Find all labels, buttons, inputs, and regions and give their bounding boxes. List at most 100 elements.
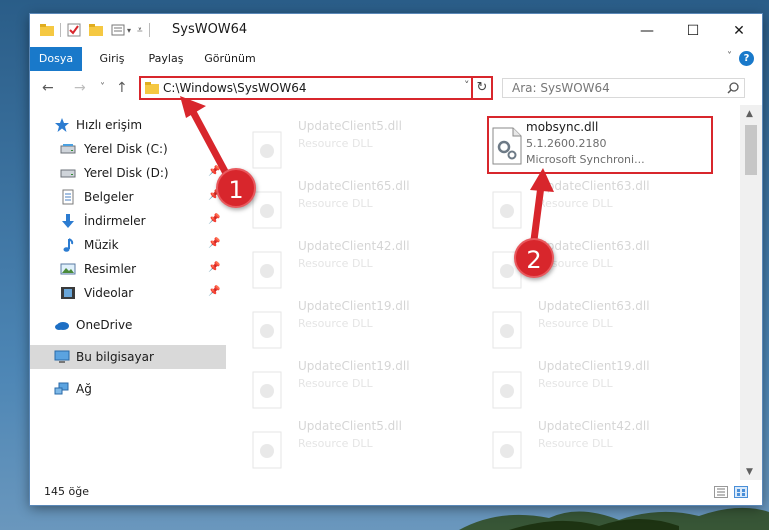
list-item[interactable]: UpdateClient63.dll Resource DLL — [466, 177, 696, 235]
file-type: Resource DLL — [298, 137, 373, 150]
sidebar-item-muzik[interactable]: Müzik 📌 — [30, 233, 226, 257]
dll-file-icon — [252, 431, 282, 469]
sidebar-item-videolar[interactable]: Videolar 📌 — [30, 281, 226, 305]
vertical-scrollbar[interactable]: ▲ ▼ — [740, 105, 762, 480]
file-type: Resource DLL — [298, 437, 373, 450]
folder-icon[interactable] — [40, 24, 54, 36]
sidebar-item-indirmeler[interactable]: İndirmeler 📌 — [30, 209, 226, 233]
title-bar: ▾ ⩡ SysWOW64 — ☐ ✕ — [30, 14, 762, 47]
network-icon — [54, 382, 69, 395]
tab-dosya[interactable]: Dosya — [30, 47, 82, 71]
file-type: Resource DLL — [538, 317, 613, 330]
documents-icon — [62, 189, 74, 205]
list-item[interactable]: UpdateClient19.dll Resource DLL — [226, 357, 456, 415]
navigation-bar: ← → ˅ ↑ C:\Windows\SysWOW64 ˅ ↻ Ara: Sys… — [30, 71, 762, 105]
file-type: Resource DLL — [538, 197, 613, 210]
file-name: UpdateClient5.dll — [298, 119, 402, 133]
tab-paylas[interactable]: Paylaş — [142, 47, 190, 71]
sidebar-item-label: Yerel Disk (D:) — [84, 166, 169, 180]
file-name: UpdateClient19.dll — [298, 299, 410, 313]
pictures-icon — [60, 263, 76, 275]
sidebar-item-label: Müzik — [84, 238, 119, 252]
sidebar-item-belgeler[interactable]: Belgeler 📌 — [30, 185, 226, 209]
sidebar-item-quick-access[interactable]: Hızlı erişim — [30, 113, 226, 137]
address-dropdown-icon[interactable]: ˅ — [464, 79, 470, 92]
search-icon[interactable] — [727, 82, 739, 94]
list-item[interactable]: UpdateClient65.dll Resource DLL — [226, 177, 456, 235]
close-button[interactable]: ✕ — [716, 14, 762, 47]
back-button[interactable]: ← — [42, 80, 54, 96]
drive-icon — [60, 144, 76, 154]
search-placeholder: Ara: SysWOW64 — [512, 81, 610, 95]
list-item[interactable]: UpdateClient5.dll Resource DLL — [226, 417, 456, 475]
help-button[interactable]: ? — [739, 51, 754, 66]
file-name: UpdateClient42.dll — [298, 239, 410, 253]
dll-file-icon — [252, 191, 282, 229]
properties-icon[interactable] — [67, 23, 81, 37]
sidebar-item-disk-d[interactable]: Yerel Disk (D:) 📌 — [30, 161, 226, 185]
item-count: 145 öğe — [44, 485, 89, 498]
list-item[interactable]: UpdateClient5.dll Resource DLL — [226, 117, 456, 175]
ribbon-expand-icon[interactable]: ˅ — [727, 51, 732, 62]
sidebar-item-network[interactable]: Ağ — [30, 377, 226, 401]
sidebar-item-label: Bu bilgisayar — [76, 350, 154, 364]
maximize-button[interactable]: ☐ — [670, 14, 716, 47]
tab-gorunum[interactable]: Görünüm — [198, 47, 262, 71]
chevron-down-icon[interactable]: ▾ — [127, 26, 131, 35]
search-input[interactable]: Ara: SysWOW64 — [502, 78, 745, 98]
file-name: UpdateClient5.dll — [298, 419, 402, 433]
dll-file-icon — [492, 431, 522, 469]
up-button[interactable]: ↑ — [116, 80, 128, 96]
pin-icon[interactable]: 📌 — [208, 262, 220, 273]
sidebar-item-disk-c[interactable]: Yerel Disk (C:) — [30, 137, 226, 161]
star-icon — [55, 118, 69, 132]
sidebar-item-resimler[interactable]: Resimler 📌 — [30, 257, 226, 281]
tab-giris[interactable]: Giriş — [90, 47, 134, 71]
file-name: UpdateClient65.dll — [298, 179, 410, 193]
videos-icon — [61, 287, 75, 299]
list-item[interactable]: UpdateClient19.dll Resource DLL — [226, 297, 456, 355]
sidebar-item-onedrive[interactable]: OneDrive — [30, 313, 226, 337]
list-item[interactable]: UpdateClient19.dll Resource DLL — [466, 357, 696, 415]
ribbon-tabs: Dosya Giriş Paylaş Görünüm ˅ ? — [30, 47, 762, 72]
file-type: Resource DLL — [538, 437, 613, 450]
recent-locations-button[interactable]: ˅ — [100, 82, 105, 93]
address-path[interactable]: C:\Windows\SysWOW64 — [163, 81, 307, 95]
pin-icon[interactable]: 📌 — [208, 286, 220, 297]
forward-button[interactable]: → — [74, 80, 86, 96]
sidebar-item-label: İndirmeler — [84, 214, 146, 228]
cloud-icon — [55, 322, 69, 330]
customize-toolbar-icon[interactable]: ⩡ — [137, 25, 143, 36]
file-name: UpdateClient63.dll — [538, 179, 650, 193]
view-options-icon[interactable] — [111, 23, 125, 37]
pin-icon[interactable]: 📌 — [208, 166, 220, 177]
details-view-icon[interactable] — [714, 486, 728, 498]
callout-1: 1 — [216, 168, 256, 208]
navigation-pane: Hızlı erişim Yerel Disk (C:) Yerel Disk … — [30, 105, 226, 480]
pin-icon[interactable]: 📌 — [208, 214, 220, 225]
music-icon — [63, 238, 74, 252]
list-item[interactable]: UpdateClient63.dll Resource DLL — [466, 237, 696, 295]
minimize-button[interactable]: — — [624, 14, 670, 47]
refresh-button[interactable]: ↻ — [471, 76, 493, 100]
list-item[interactable]: UpdateClient42.dll Resource DLL — [466, 417, 696, 475]
toolbar-divider — [148, 23, 150, 37]
scroll-up-icon[interactable]: ▲ — [746, 109, 753, 119]
highlight-box — [487, 116, 713, 174]
pin-icon[interactable]: 📌 — [208, 238, 220, 249]
sidebar-item-label: Belgeler — [84, 190, 134, 204]
list-item[interactable]: UpdateClient63.dll Resource DLL — [466, 297, 696, 355]
file-name: UpdateClient19.dll — [298, 359, 410, 373]
address-bar[interactable]: C:\Windows\SysWOW64 ˅ — [139, 76, 493, 100]
download-icon — [62, 214, 74, 228]
file-type: Resource DLL — [538, 377, 613, 390]
scrollbar-thumb[interactable] — [745, 125, 757, 175]
sidebar-item-label: Resimler — [84, 262, 137, 276]
large-icons-view-icon[interactable] — [734, 486, 748, 498]
scroll-down-icon[interactable]: ▼ — [746, 467, 753, 477]
sidebar-item-this-pc[interactable]: Bu bilgisayar — [30, 345, 226, 369]
new-folder-icon[interactable] — [89, 24, 103, 36]
list-item[interactable]: UpdateClient42.dll Resource DLL — [226, 237, 456, 295]
file-type: Resource DLL — [298, 257, 373, 270]
dll-file-icon — [252, 311, 282, 349]
